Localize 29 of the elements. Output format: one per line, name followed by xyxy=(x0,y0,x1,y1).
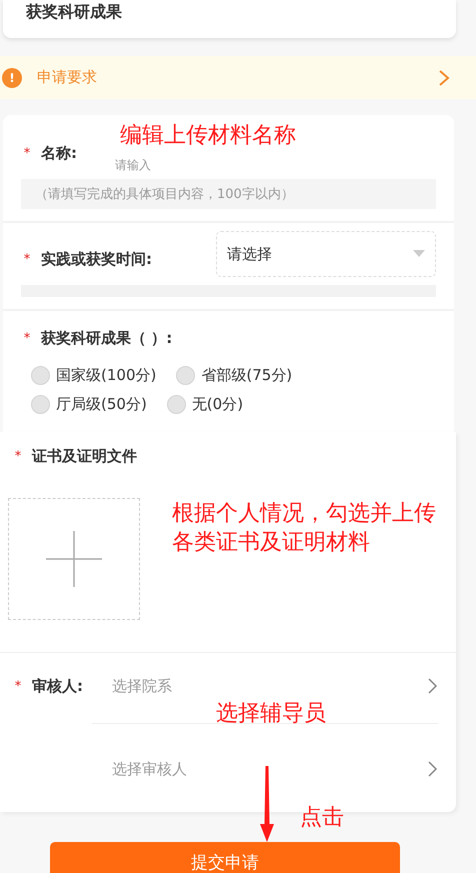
radio-option[interactable]: 国家级(100分) xyxy=(31,366,156,385)
field-label: 名称: xyxy=(41,144,77,162)
field-label: 实践或获奖时间: xyxy=(41,250,152,268)
hint-text: （请填写完成的具体项目内容，100字以内） xyxy=(21,179,436,209)
radio-option[interactable]: 无(0分) xyxy=(166,395,244,414)
radio-option[interactable]: 省部级(75分) xyxy=(176,366,292,385)
required-mark: * xyxy=(22,252,32,266)
arrow-down-icon xyxy=(260,766,274,842)
field-label: 获奖科研成果（ ）: xyxy=(41,329,172,348)
page-title: 获奖科研成果 xyxy=(26,2,122,22)
chevron-right-icon xyxy=(428,761,438,777)
upload-box[interactable] xyxy=(8,498,140,620)
required-mark: * xyxy=(14,449,22,464)
annotation-text: 点击 xyxy=(300,804,344,832)
dropdown-icon xyxy=(413,250,425,258)
required-mark: * xyxy=(22,146,32,160)
warning-icon: ! xyxy=(2,68,22,88)
chevron-right-icon xyxy=(428,678,438,694)
field-label: 审核人: xyxy=(32,676,84,696)
required-mark: * xyxy=(14,678,22,694)
date-select[interactable]: 请选择 xyxy=(216,231,436,277)
notice-text: 申请要求 xyxy=(37,68,98,87)
radio-option[interactable]: 厅局级(50分) xyxy=(31,395,147,414)
field-label: 证书及证明文件 xyxy=(32,447,137,466)
chevron-right-icon xyxy=(438,68,450,86)
required-mark: * xyxy=(22,331,32,346)
plus-icon xyxy=(46,531,102,587)
annotation-text: 编辑上传材料名称 xyxy=(120,122,296,150)
annotation-text: 根据个人情况，勾选并上传各类证书及证明材料 xyxy=(172,500,437,557)
